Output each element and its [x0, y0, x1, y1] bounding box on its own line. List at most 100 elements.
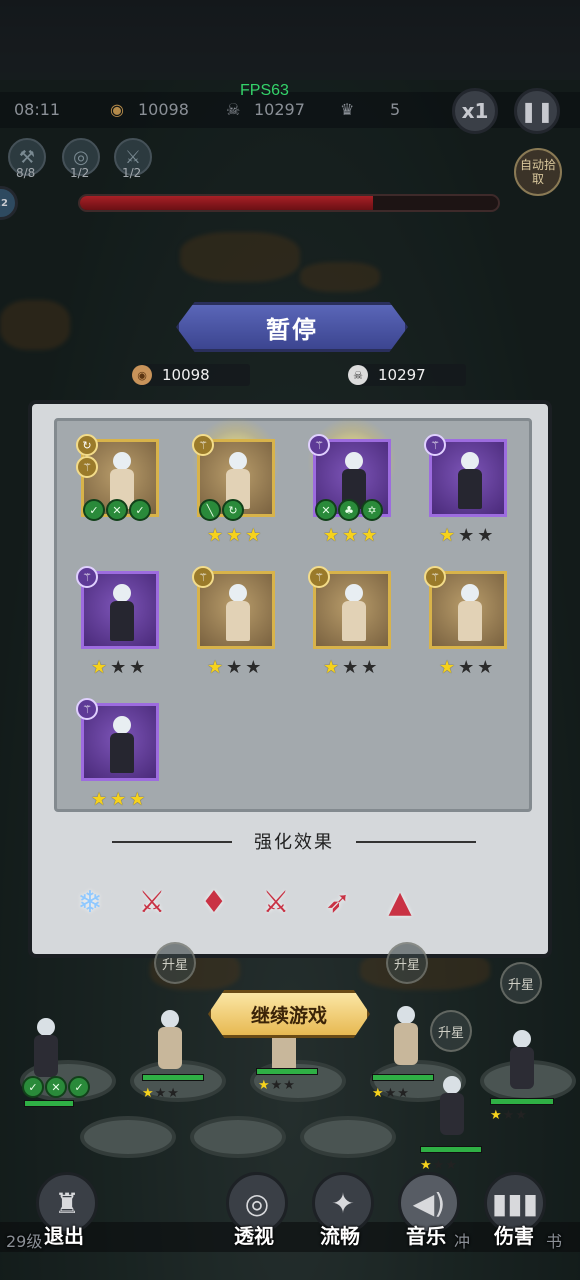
star-filled-icon: ★ [245, 525, 262, 546]
staff-badge-icon: ⚚ [192, 566, 214, 588]
upgrade-star-button[interactable]: 升星 [430, 1010, 472, 1052]
hero-portrait [338, 584, 370, 642]
gold-chip: ◉ 10098 [132, 364, 250, 386]
damage-label: 伤害 [494, 1224, 534, 1248]
misc-label: 书 [546, 1232, 563, 1251]
perspective-label: 透视 [234, 1224, 274, 1248]
hero-hp-bar [256, 1068, 318, 1075]
cross-icon: ✕ [45, 1076, 67, 1098]
hero-stars: ★★★ [142, 1086, 180, 1101]
twin-arrow-icon[interactable]: ➶ [316, 880, 360, 924]
staff-badge-icon: ⚚ [308, 566, 330, 588]
triangle-rune-icon[interactable]: ▲ [378, 880, 422, 924]
soul-count: 10297 [254, 100, 305, 119]
star-empty-icon: ★ [226, 657, 243, 678]
skull-icon: ☠ [226, 100, 241, 119]
star-empty-icon: ★ [477, 525, 494, 546]
hero-card[interactable]: ⚚ [424, 434, 507, 517]
board-slot[interactable] [80, 1116, 176, 1158]
staff-badge-icon: ⚚ [308, 434, 330, 456]
hero-stars: ★★★ [258, 1078, 296, 1093]
skill-count: 1/2 [122, 166, 142, 180]
star-filled-icon: ★ [361, 525, 378, 546]
coin-icon: ◉ [132, 365, 152, 385]
frost-burst-icon[interactable]: ❄ [68, 880, 112, 924]
board-hero[interactable] [386, 1006, 426, 1066]
auto-pickup-button[interactable]: 自动拾取 [514, 148, 562, 196]
soul-chip: ☠ 10297 [348, 364, 466, 386]
hero-hp-bar [24, 1100, 74, 1107]
soul-amount: 10297 [378, 366, 426, 384]
gold-amount: 10098 [162, 366, 210, 384]
board-slot[interactable] [300, 1116, 396, 1158]
speed-button[interactable]: x1 [452, 88, 498, 134]
hero-hp-bar [372, 1074, 434, 1081]
hero-card[interactable]: ⚚ [76, 698, 159, 781]
star-empty-icon: ★ [110, 657, 127, 678]
smooth-label: 流畅 [320, 1224, 360, 1248]
upgrade-star-button[interactable]: 升星 [500, 962, 542, 1004]
skull-icon: ☠ [348, 365, 368, 385]
wave-count: 5 [390, 100, 401, 119]
boss-health-bar [78, 194, 500, 212]
board-hero-dark[interactable] [502, 1030, 542, 1090]
speaker-icon: ◀) [412, 1186, 446, 1220]
board-hero[interactable] [150, 1010, 190, 1070]
hero-stars: ★★★ [323, 659, 377, 677]
hero-stars: ★★★ [439, 527, 493, 545]
mod-icon: ✡ [361, 499, 383, 521]
hero-stars: ★★★ [207, 527, 261, 545]
hero-card[interactable]: ⚚ [424, 566, 507, 649]
upgrade-star-button[interactable]: 升星 [386, 942, 428, 984]
hero-mods: ✓ ✕ ✓ [83, 499, 151, 521]
star-filled-icon: ★ [207, 657, 224, 678]
hero-portrait [222, 584, 254, 642]
hero-card[interactable]: ⚚ [76, 566, 159, 649]
upgrade-star-button[interactable]: 升星 [154, 942, 196, 984]
blood-drop-plus-icon[interactable]: ♦ [192, 880, 236, 924]
hero-stars: ★★★ [439, 659, 493, 677]
sword-icon[interactable]: ⚔ [130, 880, 174, 924]
gold-count: 10098 [138, 100, 189, 119]
continue-button[interactable]: 继续游戏 [208, 990, 370, 1038]
star-filled-icon: ★ [342, 525, 359, 546]
star-filled-icon: ★ [129, 789, 146, 810]
hero-card[interactable]: ⚚ [192, 566, 275, 649]
hero-stars: ★★★ [420, 1158, 458, 1173]
hero-stars: ★★★ [372, 1086, 410, 1101]
star-empty-icon: ★ [361, 657, 378, 678]
star-filled-icon: ★ [226, 525, 243, 546]
skill-count: 8/8 [16, 166, 36, 180]
hero-stars: ★★★ [490, 1108, 528, 1123]
sword-icon[interactable]: ⚔ [254, 880, 298, 924]
staff-badge-icon: ⚚ [424, 566, 446, 588]
wave-icon: ♛ [340, 100, 355, 119]
star-empty-icon: ★ [342, 657, 359, 678]
castle-icon: ♜ [54, 1186, 80, 1220]
star-filled-icon: ★ [110, 789, 127, 810]
board-hero-dark[interactable] [432, 1076, 472, 1136]
mod-icon: ✓ [83, 499, 105, 521]
hero-grid: ↻ ⚚ ✓ ✕ ✓ ⚚ ╲ ↻ ★ ★ ★ ⚚ ✕ ♣ ✡ ★ ★ ★ ⚚ ★ ★ ★ ⚚ ★ ★ ★ ⚚ ★ ★ ★ ⚚ ★ ★ ★ ⚚ ★ ★ ★ ⚚ ★… [54, 417, 532, 812]
board-hero-dark[interactable] [26, 1018, 66, 1078]
hero-stars: ★★★ [207, 659, 261, 677]
hero-stars: ★★★ [91, 791, 145, 809]
staff-badge-icon: ⚚ [76, 456, 98, 478]
mod-icon: ↻ [222, 499, 244, 521]
star-empty-icon: ★ [129, 657, 146, 678]
mod-icon: ✓ [129, 499, 151, 521]
board-slot[interactable] [190, 1116, 286, 1158]
mod-icon: ✕ [106, 499, 128, 521]
staff-badge-icon: ⚚ [424, 434, 446, 456]
board-hero-mods: ✓ ✕ ✓ [22, 1076, 90, 1098]
pause-button[interactable]: ❚❚ [514, 88, 560, 134]
hero-stars: ★★★ [323, 527, 377, 545]
hero-stars: ★★★ [91, 659, 145, 677]
hero-card[interactable]: ⚚ [308, 566, 391, 649]
staff-badge-icon: ⚚ [76, 698, 98, 720]
star-empty-icon: ★ [458, 525, 475, 546]
cycle-badge-icon: ↻ [76, 434, 98, 456]
hero-panel: ↻ ⚚ ✓ ✕ ✓ ⚚ ╲ ↻ ★ ★ ★ ⚚ ✕ ♣ ✡ ★ ★ ★ ⚚ ★ ★ ★ ⚚ ★ ★ ★ ⚚ ★ ★ ★ ⚚ ★ ★ ★ ⚚ ★ ★ ★ ⚚ ★… [28, 400, 552, 958]
mod-icon: ╲ [199, 499, 221, 521]
hero-portrait [454, 584, 486, 642]
